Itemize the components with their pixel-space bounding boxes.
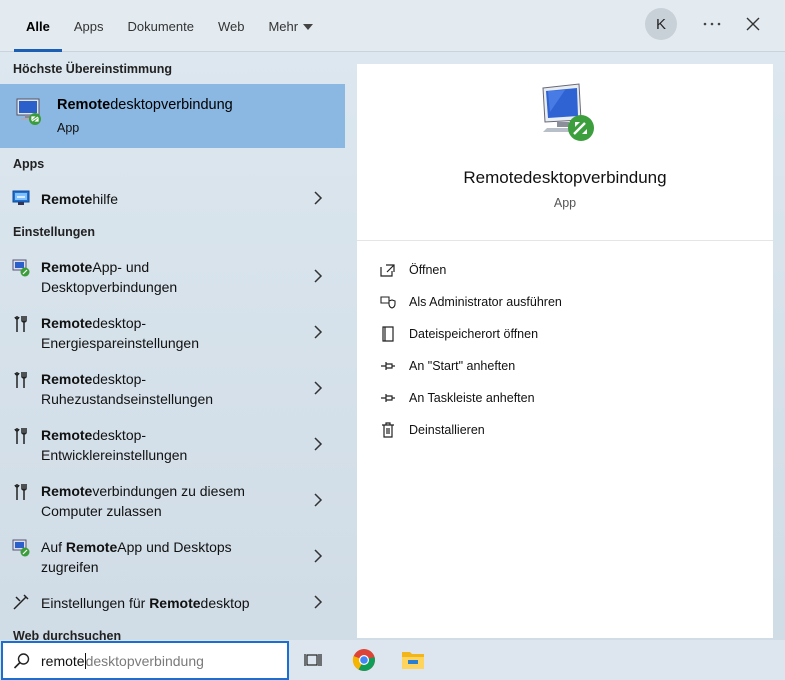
tab-label: Alle [26, 18, 50, 34]
close-icon[interactable] [741, 12, 765, 36]
remoteapp-icon [12, 259, 30, 282]
divider [357, 240, 773, 241]
list-item[interactable]: Remotedesktop- Ruhezustandseinstellungen [0, 365, 345, 413]
apps-header: Apps [13, 157, 45, 171]
item-label: Auf RemoteApp und Desktops zugreifen [41, 539, 232, 575]
trash-icon [379, 422, 397, 438]
search-typed-text: remote [41, 653, 85, 669]
avatar[interactable]: K [645, 8, 677, 40]
item-label: Remotedesktop- Entwicklereinstellungen [41, 427, 188, 463]
list-item[interactable]: Einstellungen für Remotedesktop [0, 589, 345, 617]
filter-tabs: Alle Apps Dokumente Web Mehr [14, 0, 325, 52]
item-label: Remotedesktop- Ruhezustandseinstellungen [41, 371, 214, 407]
settings-tools-icon [12, 483, 30, 506]
chrome-icon[interactable] [352, 648, 376, 672]
open-icon [379, 262, 397, 278]
search-input[interactable]: remotedesktopverbindung [1, 641, 289, 680]
action-label: Dateispeicherort öffnen [409, 327, 539, 341]
search-text: remotedesktopverbindung [41, 653, 204, 669]
pin-icon [379, 390, 397, 406]
best-match-header: Höchste Übereinstimmung [13, 62, 173, 76]
list-item[interactable]: Remotedesktop- Energiespareinstellungen [0, 309, 345, 357]
pin-icon [379, 358, 397, 374]
action-label: An Taskleiste anheften [409, 391, 535, 405]
pin-to-taskbar-action[interactable]: An Taskleiste anheften [379, 388, 535, 408]
tab-alle[interactable]: Alle [14, 0, 62, 52]
filter-bar: Alle Apps Dokumente Web Mehr K [0, 0, 785, 52]
file-explorer-icon[interactable] [401, 648, 425, 672]
preview-panel: Remotedesktopverbindung App Öffnen Als A… [357, 64, 773, 638]
tab-mehr[interactable]: Mehr [256, 0, 325, 52]
action-label: Deinstallieren [409, 423, 485, 437]
search-suggestion-text: desktopverbindung [85, 653, 204, 669]
results-panel: Höchste Übereinstimmung Remotedesktopver… [0, 53, 345, 643]
best-match-subtitle: App [57, 121, 80, 135]
tab-web[interactable]: Web [206, 0, 257, 52]
item-label: Remoteverbindungen zu diesem Computer zul… [41, 483, 245, 519]
settings-tools-icon [12, 315, 30, 338]
chevron-right-icon[interactable] [313, 325, 323, 344]
tab-apps[interactable]: Apps [62, 0, 116, 52]
tab-dokumente[interactable]: Dokumente [115, 0, 205, 52]
list-item[interactable]: Remoteverbindungen zu diesem Computer zul… [0, 477, 345, 525]
preview-app-type: App [553, 196, 577, 210]
task-view-icon[interactable] [301, 648, 325, 672]
chevron-right-icon[interactable] [313, 549, 323, 568]
avatar-initial: K [655, 15, 666, 33]
remote-assistance-icon [12, 189, 30, 212]
item-label: Remotehilfe [41, 191, 119, 207]
list-item[interactable]: RemoteApp- und Desktopverbindungen [0, 253, 345, 301]
chevron-right-icon[interactable] [313, 437, 323, 456]
item-label: RemoteApp- und Desktopverbindungen [41, 259, 178, 295]
pin-to-start-action[interactable]: An "Start" anheften [379, 356, 515, 376]
tab-label: Dokumente [127, 18, 194, 34]
remote-desktop-icon [14, 97, 44, 132]
action-label: An "Start" anheften [409, 359, 516, 373]
item-label: Einstellungen für Remotedesktop [41, 595, 250, 611]
settings-header: Einstellungen [13, 225, 95, 239]
file-location-icon [379, 326, 397, 342]
remoteapp-icon [12, 539, 30, 562]
tab-label: Mehr [268, 18, 299, 34]
remote-desktop-icon [535, 82, 597, 149]
search-icon [13, 652, 31, 675]
preview-app-name: Remotedesktopverbindung [463, 168, 667, 187]
open-action[interactable]: Öffnen [379, 260, 446, 280]
best-match-title: Remotedesktopverbindung [57, 97, 233, 113]
list-item[interactable]: Auf RemoteApp und Desktops zugreifen [0, 533, 345, 581]
settings-tools-icon [12, 427, 30, 450]
chevron-right-icon[interactable] [313, 191, 323, 210]
admin-shield-icon [379, 294, 397, 310]
chevron-right-icon[interactable] [313, 269, 323, 288]
chevron-right-icon[interactable] [313, 493, 323, 512]
chevron-down-icon [303, 24, 314, 30]
tab-label: Web [217, 18, 245, 34]
open-file-location-action[interactable]: Dateispeicherort öffnen [379, 324, 538, 344]
action-label: Öffnen [409, 263, 447, 277]
action-label: Als Administrator ausführen [409, 295, 562, 309]
run-as-admin-action[interactable]: Als Administrator ausführen [379, 292, 562, 312]
tab-label: Apps [73, 18, 104, 34]
item-label: Remotedesktop- Energiespareinstellungen [41, 315, 199, 351]
settings-tools-icon [12, 371, 30, 394]
more-icon[interactable] [700, 12, 724, 36]
remote-desktop-settings-icon [12, 593, 30, 616]
uninstall-action[interactable]: Deinstallieren [379, 420, 485, 440]
best-match-item[interactable]: Remotedesktopverbindung App [0, 84, 345, 148]
list-item[interactable]: Remotedesktop- Entwicklereinstellungen [0, 421, 345, 469]
list-item[interactable]: Remotehilfe [0, 185, 345, 213]
chevron-right-icon[interactable] [313, 381, 323, 400]
chevron-right-icon[interactable] [313, 595, 323, 614]
